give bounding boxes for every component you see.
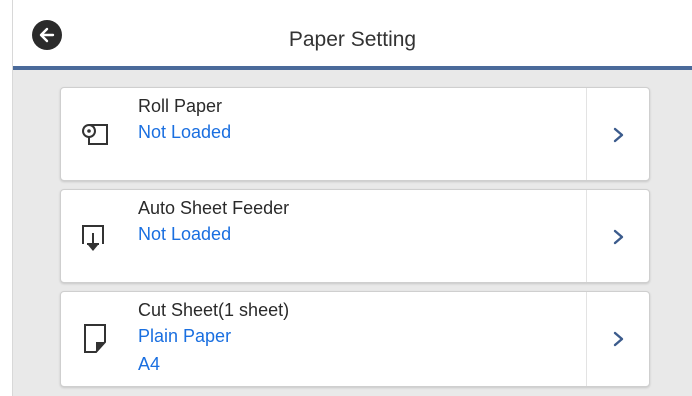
chevron-right-icon[interactable] xyxy=(609,325,629,353)
back-arrow-icon xyxy=(39,27,55,43)
cut-sheet-item[interactable]: Cut Sheet(1 sheet) Plain Paper A4 xyxy=(60,291,650,387)
item-label: Cut Sheet(1 sheet) xyxy=(138,300,290,320)
divider xyxy=(586,292,587,386)
roll-paper-icon xyxy=(82,124,108,145)
settings-list: Roll Paper Not Loaded Auto Sheet Feeder … xyxy=(13,70,692,396)
back-button[interactable] xyxy=(32,20,62,50)
page-title: Paper Setting xyxy=(288,28,417,51)
cut-sheet-icon xyxy=(84,324,106,353)
sheet-feeder-icon xyxy=(82,225,104,251)
item-label: Roll Paper xyxy=(138,96,223,116)
chevron-right-icon[interactable] xyxy=(609,223,629,251)
item-status: Not Loaded xyxy=(138,122,232,142)
item-paper-type: Plain Paper xyxy=(138,326,232,346)
divider xyxy=(586,88,587,180)
frame-edge xyxy=(0,0,13,396)
header-bar: Paper Setting xyxy=(13,0,692,70)
roll-paper-item[interactable]: Roll Paper Not Loaded xyxy=(60,87,650,181)
item-paper-size: A4 xyxy=(138,354,161,374)
item-status: Not Loaded xyxy=(138,224,232,244)
auto-sheet-feeder-item[interactable]: Auto Sheet Feeder Not Loaded xyxy=(60,189,650,283)
divider xyxy=(586,190,587,282)
chevron-right-icon[interactable] xyxy=(609,121,629,149)
item-label: Auto Sheet Feeder xyxy=(138,198,290,218)
